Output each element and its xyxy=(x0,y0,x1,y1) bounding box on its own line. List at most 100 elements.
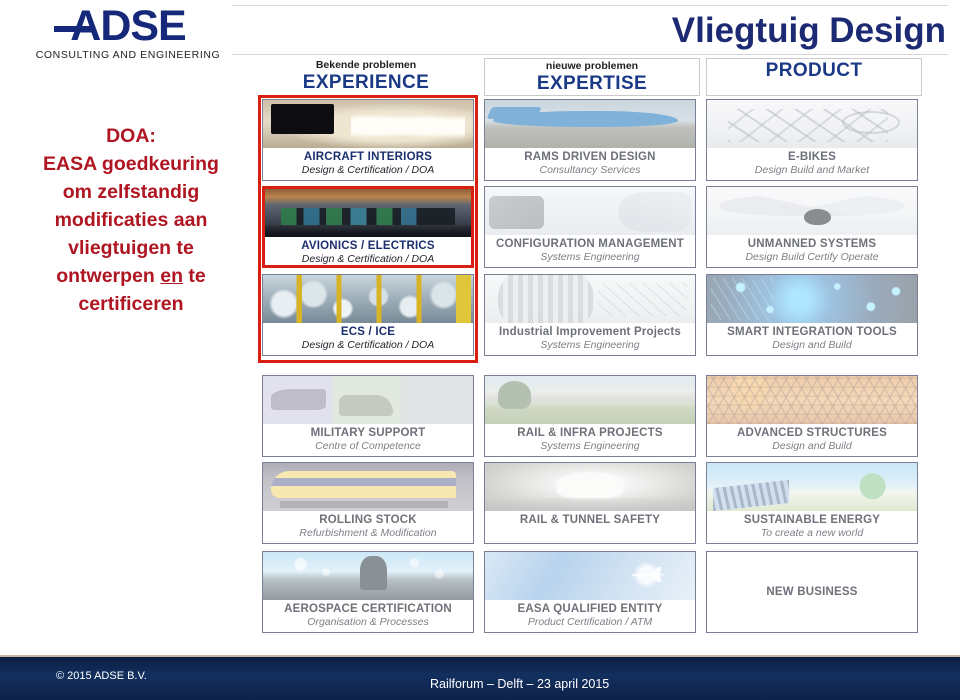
page-title: Vliegtuig Design xyxy=(671,11,946,50)
card-subtitle: Design Build and Market xyxy=(754,164,870,176)
card-title: AEROSPACE CERTIFICATION xyxy=(284,603,452,615)
easa-image xyxy=(485,552,695,600)
card-caption: CONFIGURATION MANAGEMENT Systems Engineer… xyxy=(485,235,695,264)
experience-highlight-frame xyxy=(258,95,478,363)
smart-image xyxy=(707,275,917,323)
card-title: RAIL & TUNNEL SAFETY xyxy=(519,514,661,526)
card-title: UNMANNED SYSTEMS xyxy=(747,238,877,250)
capability-card[interactable]: SUSTAINABLE ENERGY To create a new world xyxy=(706,462,918,544)
capability-card[interactable]: AEROSPACE CERTIFICATION Organisation & Pr… xyxy=(262,551,474,633)
card-title: RAMS DRIVEN DESIGN xyxy=(524,151,656,163)
card-caption: UNMANNED SYSTEMS Design Build Certify Ope… xyxy=(707,235,917,264)
card-thumbnail xyxy=(707,100,917,148)
footer-event-label: Railforum – Delft – 23 april 2015 xyxy=(430,677,610,691)
tunnel-image xyxy=(485,463,695,511)
column-title: EXPERTISE xyxy=(536,73,648,94)
column-header-experience: Bekende problemen EXPERIENCE xyxy=(258,58,474,96)
capability-card[interactable]: ROLLING STOCK Refurbishment & Modificatio… xyxy=(262,462,474,544)
card-subtitle: Systems Engineering xyxy=(540,339,640,351)
doa-statement-line-4: modificaties aan xyxy=(54,209,208,231)
capability-card[interactable]: RAIL & TUNNEL SAFETY xyxy=(484,462,696,544)
capability-card[interactable]: NEW BUSINESS xyxy=(706,551,918,633)
capability-card[interactable]: Industrial Improvement Projects Systems E… xyxy=(484,274,696,356)
column-title: PRODUCT xyxy=(765,60,863,81)
capability-card[interactable]: EASA QUALIFIED ENTITY Product Certificati… xyxy=(484,551,696,633)
doa-statement: DOA: EASA goedkeuring om zelfstandig mod… xyxy=(18,122,244,318)
cad-image xyxy=(485,187,695,235)
card-subtitle: Systems Engineering xyxy=(540,251,640,263)
card-thumbnail xyxy=(707,376,917,424)
doa-statement-line-2: EASA goedkeuring xyxy=(43,153,219,175)
capability-card[interactable]: UNMANNED SYSTEMS Design Build Certify Ope… xyxy=(706,186,918,268)
doa-statement-line-1: DOA: xyxy=(106,125,156,147)
honeycomb-image xyxy=(707,376,917,424)
card-title: RAIL & INFRA PROJECTS xyxy=(517,427,663,439)
card-caption: SMART INTEGRATION TOOLS Design and Build xyxy=(707,323,917,352)
card-caption: RAMS DRIVEN DESIGN Consultancy Services xyxy=(485,148,695,177)
card-title: ADVANCED STRUCTURES xyxy=(737,427,887,439)
logo-tagline: CONSULTING AND ENGINEERING xyxy=(35,49,221,61)
adse-logo: ADSE CONSULTING AND ENGINEERING xyxy=(28,4,228,61)
card-title: NEW BUSINESS xyxy=(766,586,858,598)
capability-card[interactable]: RAMS DRIVEN DESIGN Consultancy Services xyxy=(484,99,696,181)
card-caption: RAIL & TUNNEL SAFETY xyxy=(485,511,695,527)
capability-card[interactable]: E-BIKES Design Build and Market xyxy=(706,99,918,181)
card-subtitle: Design and Build xyxy=(772,440,852,452)
drone-image xyxy=(707,187,917,235)
card-title: MILITARY SUPPORT xyxy=(310,427,426,439)
card-thumbnail xyxy=(485,187,695,235)
header-divider-bottom xyxy=(232,54,948,55)
card-thumbnail xyxy=(485,376,695,424)
doa-statement-line-6: ontwerpen en te xyxy=(18,262,244,290)
card-title: EASA QUALIFIED ENTITY xyxy=(517,603,663,615)
gear-image xyxy=(485,275,695,323)
card-title: CONFIGURATION MANAGEMENT xyxy=(496,238,684,250)
card-title: ROLLING STOCK xyxy=(319,514,417,526)
card-subtitle: Centre of Competence xyxy=(315,440,421,452)
card-subtitle: Systems Engineering xyxy=(540,440,640,452)
card-caption: ADVANCED STRUCTURES Design and Build xyxy=(707,424,917,453)
capability-card[interactable]: SMART INTEGRATION TOOLS Design and Build xyxy=(706,274,918,356)
card-thumbnail xyxy=(707,187,917,235)
card-thumbnail xyxy=(485,463,695,511)
card-caption: Industrial Improvement Projects Systems E… xyxy=(485,323,695,352)
footer-bar: © 2015 ADSE B.V. Railforum – Delft – 23 … xyxy=(0,655,960,700)
card-caption: AEROSPACE CERTIFICATION Organisation & Pr… xyxy=(263,600,473,629)
doa-statement-line-5: vliegtuigen te xyxy=(68,237,194,259)
column-title: EXPERIENCE xyxy=(302,72,430,93)
doa-statement-emphasis: en xyxy=(160,265,183,287)
capability-card[interactable]: RAIL & INFRA PROJECTS Systems Engineering xyxy=(484,375,696,457)
card-thumbnail xyxy=(707,275,917,323)
card-thumbnail xyxy=(485,100,695,148)
doa-statement-line-7: certificeren xyxy=(78,293,184,315)
card-caption: NEW BUSINESS xyxy=(707,552,917,632)
column-subtitle: Bekende problemen xyxy=(315,59,417,71)
card-thumbnail xyxy=(485,275,695,323)
capability-card[interactable]: CONFIGURATION MANAGEMENT Systems Engineer… xyxy=(484,186,696,268)
doa-statement-line-6-a: ontwerpen xyxy=(56,265,161,287)
card-thumbnail xyxy=(263,376,473,424)
footer-top-rule xyxy=(0,655,960,657)
card-subtitle: To create a new world xyxy=(760,527,864,539)
card-caption: MILITARY SUPPORT Centre of Competence xyxy=(263,424,473,453)
rail-image xyxy=(485,376,695,424)
capability-card[interactable]: MILITARY SUPPORT Centre of Competence xyxy=(262,375,474,457)
card-thumbnail xyxy=(263,552,473,600)
train-image xyxy=(263,463,473,511)
doa-statement-line-6-b: te xyxy=(183,265,206,287)
aero-image xyxy=(263,552,473,600)
footer-copyright: © 2015 ADSE B.V. xyxy=(56,670,147,682)
card-title: E-BIKES xyxy=(787,151,837,163)
capability-card[interactable]: ADVANCED STRUCTURES Design and Build xyxy=(706,375,918,457)
card-subtitle: Design Build Certify Operate xyxy=(745,251,879,263)
card-subtitle: Product Certification / ATM xyxy=(527,616,653,628)
military-image xyxy=(263,376,473,424)
column-header-expertise: nieuwe problemen EXPERTISE xyxy=(484,58,700,96)
card-thumbnail xyxy=(707,463,917,511)
energy-image xyxy=(707,463,917,511)
card-caption: ROLLING STOCK Refurbishment & Modificatio… xyxy=(263,511,473,540)
card-thumbnail xyxy=(263,463,473,511)
header-divider-top xyxy=(232,5,948,6)
card-subtitle: Refurbishment & Modification xyxy=(299,527,437,539)
card-subtitle: Design and Build xyxy=(772,339,852,351)
